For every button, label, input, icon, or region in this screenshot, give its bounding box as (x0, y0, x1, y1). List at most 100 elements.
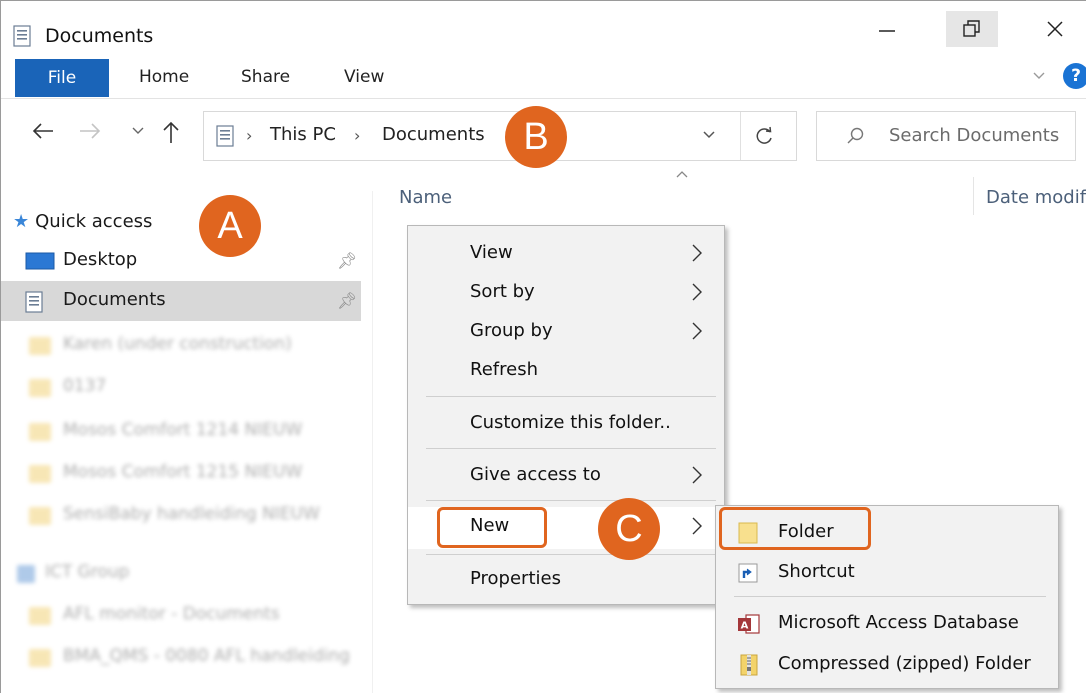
title-bar: Documents (1, 1, 1086, 55)
quick-access-label: Quick access (35, 211, 153, 232)
navigation-pane: ★ Quick access Desktop 📌︎ Documents 📌︎ Ka… (1, 191, 373, 693)
sidebar-item-blurred[interactable]: BMA_QMS - 0080 AFL handleiding (1, 637, 373, 677)
menu-item-label: Group by (470, 320, 553, 341)
menu-item-label: Customize this folder.. (470, 412, 671, 433)
sidebar-item-label: Desktop (63, 249, 138, 270)
desktop-icon (25, 252, 55, 270)
quick-access[interactable]: ★ Quick access (13, 211, 152, 232)
up-arrow-icon[interactable] (161, 119, 181, 145)
tab-home[interactable]: Home (139, 67, 189, 87)
access-database-icon: A (738, 614, 760, 634)
callout-a: A (199, 195, 261, 257)
tab-view[interactable]: View (344, 67, 384, 87)
star-icon: ★ (13, 211, 30, 232)
address-dropdown-chevron-icon[interactable] (701, 128, 717, 142)
address-bar[interactable]: › This PC › Documents (203, 111, 797, 161)
back-arrow-icon[interactable] (31, 121, 57, 141)
pin-icon[interactable]: 📌︎ (337, 251, 357, 270)
breadcrumb-separator-icon[interactable]: › (246, 126, 252, 145)
folder-icon (29, 423, 51, 441)
chevron-right-icon (692, 322, 702, 340)
restore-button[interactable] (946, 11, 998, 47)
callout-c: C (598, 498, 660, 560)
breadcrumb-documents[interactable]: Documents (382, 124, 485, 145)
refresh-icon[interactable] (754, 125, 776, 147)
sidebar-item-desktop[interactable]: Desktop 📌︎ (1, 241, 373, 281)
column-header-name[interactable]: Name (399, 187, 452, 208)
tab-share[interactable]: Share (241, 67, 290, 87)
sidebar-item-label: 0137 (63, 376, 107, 396)
menu-item-label: Refresh (470, 359, 538, 380)
column-divider[interactable] (973, 177, 974, 215)
folder-icon (29, 465, 51, 483)
folder-icon (29, 379, 51, 397)
documents-icon (216, 125, 234, 147)
column-header-date-modified[interactable]: Date modif (986, 187, 1086, 208)
menu-item-properties[interactable]: Properties (408, 560, 724, 598)
minimize-icon (879, 30, 895, 32)
menu-item-view[interactable]: View (408, 234, 724, 272)
submenu-item-label: Shortcut (778, 561, 855, 582)
minimize-button[interactable] (861, 11, 913, 47)
file-explorer-window: Documents File Home Share View ? › This … (0, 0, 1086, 693)
breadcrumb-this-pc[interactable]: This PC (270, 124, 336, 145)
menu-item-sort-by[interactable]: Sort by (408, 273, 724, 311)
sidebar-item-label: Mosos Comfort 1215 NIEUW (63, 462, 303, 482)
menu-separator (426, 396, 716, 397)
submenu-item-access-database[interactable]: A Microsoft Access Database (716, 603, 1058, 643)
menu-separator (426, 500, 716, 501)
menu-item-customize-folder[interactable]: Customize this folder.. (408, 404, 724, 442)
chevron-right-icon (692, 466, 702, 484)
sidebar-item-label: ICT Group (45, 562, 130, 582)
help-icon[interactable]: ? (1063, 63, 1086, 89)
menu-separator (426, 448, 716, 449)
pin-icon[interactable]: 📌︎ (337, 291, 357, 310)
close-button[interactable] (1029, 11, 1081, 47)
folder-icon (29, 507, 51, 525)
folder-icon (29, 607, 51, 625)
documents-icon (25, 291, 43, 313)
search-icon (847, 127, 864, 144)
menu-item-label: Sort by (470, 281, 535, 302)
menu-item-label: View (470, 242, 513, 263)
sidebar-item-blurred[interactable]: Karen (under construction) (1, 325, 373, 365)
highlight-folder (719, 507, 871, 550)
network-folder-icon (17, 565, 35, 583)
sidebar-item-documents[interactable]: Documents 📌︎ (1, 281, 361, 321)
sidebar-item-blurred[interactable]: ICT Group (1, 553, 373, 593)
folder-icon (29, 337, 51, 355)
sidebar-item-label: Mosos Comfort 1214 NIEUW (63, 420, 303, 440)
sidebar-item-label: AFL monitor - Documents (63, 604, 280, 624)
sidebar-item-blurred[interactable]: SensiBaby handleiding NIEUW (1, 495, 373, 535)
sidebar-item-label: Documents (63, 289, 166, 310)
submenu-item-zipped-folder[interactable]: Compressed (zipped) Folder (716, 644, 1058, 684)
sidebar-item-blurred[interactable]: Mosos Comfort 1215 NIEUW (1, 453, 373, 493)
svg-text:A: A (741, 621, 749, 632)
menu-item-give-access-to[interactable]: Give access to (408, 456, 724, 494)
folder-icon (29, 649, 51, 667)
tab-file[interactable]: File (15, 59, 109, 97)
restore-icon (963, 20, 980, 37)
zip-folder-icon (740, 654, 758, 676)
recent-locations-chevron-icon[interactable] (131, 125, 145, 137)
search-box[interactable]: Search Documents (816, 111, 1076, 161)
address-divider (740, 112, 741, 160)
breadcrumb-separator-icon[interactable]: › (354, 126, 360, 145)
sort-ascending-icon (676, 171, 688, 178)
sidebar-item-blurred[interactable]: AFL monitor - Documents (1, 595, 373, 635)
sidebar-item-label: BMA_QMS - 0080 AFL handleiding (63, 646, 350, 666)
window-title: Documents (45, 25, 154, 47)
documents-icon (13, 25, 31, 47)
sidebar-item-blurred[interactable]: Mosos Comfort 1214 NIEUW (1, 411, 373, 451)
menu-item-label: Give access to (470, 464, 601, 485)
submenu-item-label: Compressed (zipped) Folder (778, 653, 1031, 674)
expand-ribbon-chevron-icon[interactable] (1031, 69, 1047, 83)
menu-item-refresh[interactable]: Refresh (408, 351, 724, 389)
sidebar-item-label: Karen (under construction) (63, 334, 292, 354)
search-placeholder[interactable]: Search Documents (889, 125, 1059, 146)
callout-b: B (505, 106, 567, 168)
menu-item-group-by[interactable]: Group by (408, 312, 724, 350)
sidebar-item-blurred[interactable]: 0137 (1, 367, 373, 407)
forward-arrow-icon[interactable] (77, 121, 103, 141)
submenu-item-shortcut[interactable]: Shortcut (716, 552, 1058, 592)
